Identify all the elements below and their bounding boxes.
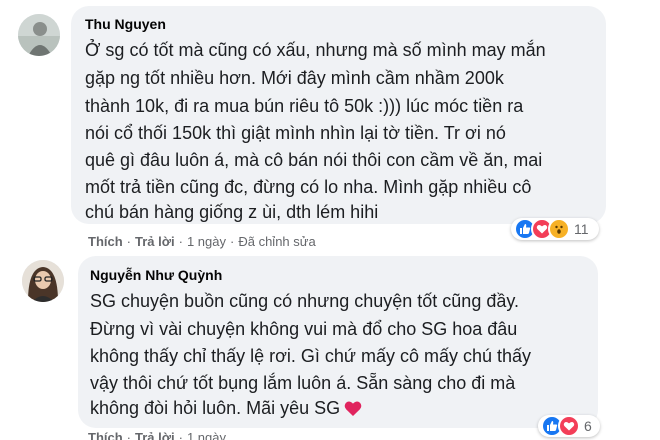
comment-timestamp[interactable]: 1 ngày: [187, 234, 226, 249]
comment-actions: Thích · Trả lời · 1 ngày · Đã chỉnh sửa: [88, 234, 316, 249]
like-button[interactable]: Thích: [88, 430, 123, 440]
comment-actions: Thích · Trả lời · 1 ngày: [88, 430, 226, 440]
comment-text-line: chú bán hàng giống z ùi, dth lém hihi: [85, 202, 379, 222]
comment-text-line: không đòi hỏi luôn. Mãi yêu SG: [90, 397, 362, 422]
reaction-summary[interactable]: 6: [538, 415, 600, 437]
separator-dot: ·: [230, 234, 235, 249]
wow-icon: [548, 218, 570, 240]
comment-text-span: không đòi hỏi luôn. Mãi yêu SG: [90, 398, 341, 418]
separator-dot: ·: [126, 430, 132, 440]
reaction-count: 6: [584, 418, 592, 434]
comment-text-line: không thấy chỉ thấy lệ rơi. Gì chứ mấy c…: [90, 346, 532, 366]
edited-label[interactable]: Đã chỉnh sửa: [238, 234, 315, 249]
comment-text-line: vậy thôi chứ tốt bụng lắm luôn á. Sẵn sà…: [90, 373, 516, 393]
comment-nguyen-nhu-quynh: Nguyễn Như Quỳnh SG chuyện buồn cũng có …: [0, 250, 660, 440]
comment-text-line: nói cổ thối 150k thì giật mình nhìn lại …: [85, 123, 506, 143]
separator-dot: ·: [178, 430, 183, 440]
comment-text-line: quê gì đâu luôn á, mà cô bán nói thôi co…: [85, 150, 543, 170]
comment-text-line: Đừng vì vài chuyện không vui mà đổ cho S…: [90, 319, 518, 339]
avatar-photo-icon: [18, 14, 60, 56]
comment-text-line: mốt trả tiền cũng đc, đừng có lo nha. Mì…: [85, 177, 532, 197]
separator-dot: ·: [178, 234, 183, 249]
comment-text-line: Ở sg có tốt mà cũng có xấu, nhưng mà số …: [85, 40, 546, 60]
comment-text-line: SG chuyện buồn cũng có nhưng chuyện tốt …: [90, 291, 520, 311]
comment-text-line: gặp ng tốt nhiều hơn. Mới đây mình cầm n…: [85, 68, 504, 88]
comment-thu-nguyen: Thu Nguyen Ở sg có tốt mà cũng có xấu, n…: [0, 0, 660, 250]
comment-text-line: thành 10k, đi ra mua bún riêu tô 50k :))…: [85, 96, 524, 116]
separator-dot: ·: [126, 234, 132, 249]
reaction-summary[interactable]: 11: [511, 218, 599, 240]
heart-icon: [344, 400, 362, 422]
reply-button[interactable]: Trả lời: [135, 234, 175, 249]
avatar[interactable]: [18, 14, 60, 56]
love-icon: [558, 415, 580, 437]
like-button[interactable]: Thích: [88, 234, 123, 249]
avatar[interactable]: [22, 260, 64, 302]
comment-author[interactable]: Nguyễn Như Quỳnh: [90, 267, 222, 283]
comment-thread: Thu Nguyen Ở sg có tốt mà cũng có xấu, n…: [0, 0, 660, 440]
comment-timestamp[interactable]: 1 ngày: [187, 430, 226, 440]
comment-author[interactable]: Thu Nguyen: [85, 16, 166, 32]
avatar-photo-icon: [22, 260, 64, 302]
reaction-count: 11: [574, 221, 589, 237]
reply-button[interactable]: Trả lời: [135, 430, 175, 440]
